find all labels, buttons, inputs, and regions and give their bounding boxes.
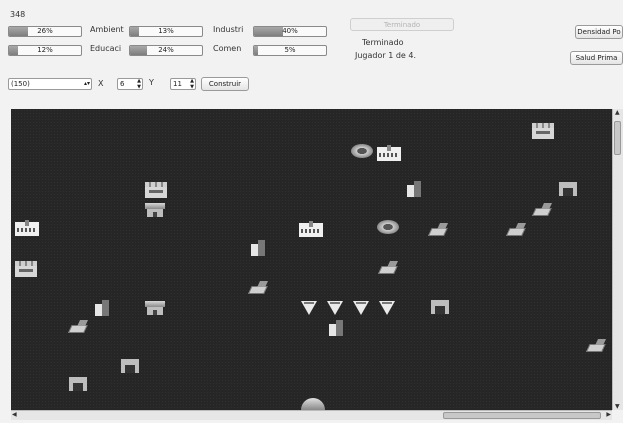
- scroll-right-icon[interactable]: ▶: [606, 411, 611, 418]
- shop-icon[interactable]: [431, 300, 449, 314]
- road-icon[interactable]: [504, 223, 530, 236]
- cone-icon[interactable]: [301, 301, 317, 315]
- road-icon[interactable]: [584, 339, 610, 352]
- player-turn: Jugador 1 de 4.: [355, 51, 417, 60]
- stat-bar-1-value: 26%: [37, 27, 53, 35]
- stat-bar-1: 26%: [8, 26, 82, 37]
- y-spinner[interactable]: 11 ▲ ▼: [170, 78, 196, 90]
- x-label: X: [98, 79, 104, 88]
- education-label: Educaci: [90, 44, 122, 53]
- road-icon[interactable]: [530, 203, 556, 216]
- shop-icon[interactable]: [69, 377, 87, 391]
- shop-icon[interactable]: [121, 359, 139, 373]
- cone-icon[interactable]: [327, 301, 343, 315]
- hospital-icon[interactable]: [299, 221, 323, 237]
- commerce-bar-value: 5%: [284, 46, 296, 54]
- stat-bar-2: 12%: [8, 45, 82, 56]
- top-number: 348: [10, 10, 26, 19]
- road-icon[interactable]: [66, 320, 92, 333]
- industrial-label: Industri: [213, 25, 244, 34]
- x-value: 6: [120, 80, 125, 88]
- building-type-select[interactable]: (150) ▴▾: [8, 78, 92, 90]
- density-button[interactable]: Densidad Po: [575, 25, 623, 39]
- tower-icon[interactable]: [329, 320, 343, 336]
- factory-icon[interactable]: [532, 123, 554, 139]
- building-type-value: (150): [11, 80, 30, 88]
- y-label: Y: [149, 78, 154, 87]
- education-bar: 24%: [129, 45, 203, 56]
- cone-icon[interactable]: [353, 301, 369, 315]
- road-icon[interactable]: [426, 223, 452, 236]
- turn-status: Terminado: [362, 38, 404, 47]
- ambient-bar-value: 13%: [158, 27, 174, 35]
- dome-icon[interactable]: [301, 398, 325, 410]
- construct-button[interactable]: Construir: [201, 77, 249, 91]
- scroll-down-icon[interactable]: ▼: [615, 403, 620, 410]
- factory-icon[interactable]: [145, 182, 167, 198]
- factory-icon[interactable]: [15, 261, 37, 277]
- house-icon[interactable]: [145, 301, 165, 315]
- stadium-icon[interactable]: [377, 220, 399, 234]
- scroll-left-icon[interactable]: ◀: [12, 411, 17, 418]
- commerce-bar: 5%: [253, 45, 327, 56]
- vertical-scrollbar[interactable]: ▲ ▼: [612, 109, 623, 410]
- ambient-bar: 13%: [129, 26, 203, 37]
- industrial-bar: 40%: [253, 26, 327, 37]
- health-button[interactable]: Salud Prima: [570, 51, 623, 65]
- commerce-label: Comen: [213, 44, 242, 53]
- vertical-scroll-thumb[interactable]: [614, 121, 621, 155]
- tower-icon[interactable]: [407, 181, 421, 197]
- hospital-icon[interactable]: [15, 220, 39, 236]
- city-map[interactable]: [11, 109, 612, 410]
- y-value: 11: [173, 80, 182, 88]
- x-spinner[interactable]: 6 ▲ ▼: [117, 78, 143, 90]
- cone-icon[interactable]: [379, 301, 395, 315]
- ambient-label: Ambient: [90, 25, 124, 34]
- road-icon[interactable]: [376, 261, 402, 274]
- finished-button[interactable]: Terminado: [350, 18, 454, 31]
- spin-arrows-icon: ▲ ▼: [190, 78, 194, 90]
- horizontal-scroll-thumb[interactable]: [443, 412, 601, 419]
- tower-icon[interactable]: [95, 300, 109, 316]
- shop-icon[interactable]: [559, 182, 577, 196]
- education-bar-value: 24%: [158, 46, 174, 54]
- stadium-icon[interactable]: [351, 144, 373, 158]
- road-icon[interactable]: [246, 281, 272, 294]
- hospital-icon[interactable]: [377, 145, 401, 161]
- scroll-up-icon[interactable]: ▲: [615, 109, 620, 116]
- house-icon[interactable]: [145, 203, 165, 217]
- stat-bar-2-value: 12%: [37, 46, 53, 54]
- tower-icon[interactable]: [251, 240, 265, 256]
- spin-arrows-icon: ▲ ▼: [137, 78, 141, 90]
- horizontal-scrollbar[interactable]: ◀ ▶: [11, 410, 612, 420]
- industrial-bar-value: 40%: [282, 27, 298, 35]
- chevron-updown-icon: ▴▾: [83, 80, 90, 87]
